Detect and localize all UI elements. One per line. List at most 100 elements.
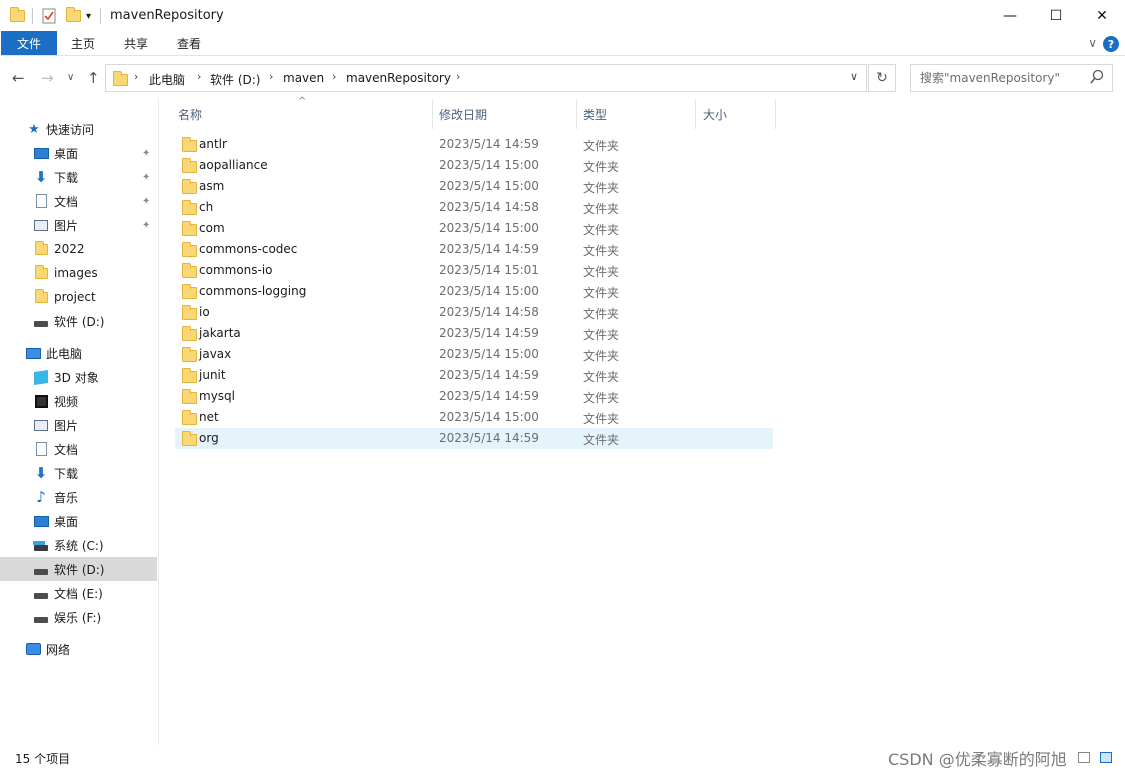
drive-icon	[33, 610, 49, 624]
ribbon-tabs: 文件 主页 共享 查看 ∨ ?	[0, 31, 1125, 56]
pin-icon[interactable]: ✦	[142, 172, 150, 183]
table-row[interactable]: net 2023/5/14 15:00 文件夹	[175, 407, 773, 428]
download-icon: ⬇	[34, 464, 48, 482]
nav-drive-e[interactable]: 文档 (E:)	[0, 581, 157, 605]
close-button[interactable]: ✕	[1079, 0, 1125, 31]
file-type: 文件夹	[583, 412, 620, 426]
nav-music[interactable]: ♪ 音乐	[0, 485, 157, 509]
table-row[interactable]: jakarta 2023/5/14 14:59 文件夹	[175, 323, 773, 344]
column-header-size[interactable]: 大小	[703, 99, 727, 129]
breadcrumb-separator[interactable]: ›	[269, 70, 273, 83]
nav-pc-desktop[interactable]: 桌面	[0, 509, 157, 533]
breadcrumb-separator[interactable]: ›	[456, 70, 460, 83]
breadcrumb-this-pc[interactable]: 此电脑	[149, 71, 185, 88]
column-header-date[interactable]: 修改日期	[439, 99, 487, 129]
nav-downloads[interactable]: ⬇ 下载 ✦	[0, 165, 157, 189]
back-button[interactable]: ←	[12, 69, 25, 87]
search-input[interactable]	[911, 65, 1086, 91]
breadcrumb-mavenrepository[interactable]: mavenRepository	[346, 71, 451, 85]
tab-file[interactable]: 文件	[1, 31, 57, 55]
table-row[interactable]: ch 2023/5/14 14:58 文件夹	[175, 197, 773, 218]
table-row[interactable]: aopalliance 2023/5/14 15:00 文件夹	[175, 155, 773, 176]
customize-toolbar-button[interactable]: ▾	[86, 6, 91, 26]
breadcrumb-maven[interactable]: maven	[283, 71, 324, 85]
properties-icon[interactable]	[42, 6, 56, 26]
file-list: ^ 名称 修改日期 类型 大小 antlr 2023/5/14 14:59 文件夹 …	[160, 96, 1125, 745]
file-date: 2023/5/14 15:00	[439, 221, 539, 235]
sort-ascending-icon: ^	[298, 96, 307, 107]
recent-locations-button[interactable]: ∨	[67, 72, 74, 83]
address-history-dropdown[interactable]: ∨	[850, 70, 858, 83]
table-row[interactable]: mysql 2023/5/14 14:59 文件夹	[175, 386, 773, 407]
refresh-button[interactable]: ↻	[868, 64, 896, 92]
file-name: javax	[199, 347, 232, 361]
breadcrumb-separator[interactable]: ›	[197, 70, 201, 83]
new-folder-icon[interactable]	[66, 6, 81, 26]
file-date: 2023/5/14 15:00	[439, 158, 539, 172]
nav-quick-drive-d[interactable]: 软件 (D:)	[0, 309, 157, 333]
nav-quick-access[interactable]: ★ 快速访问	[0, 117, 157, 141]
breadcrumb-separator[interactable]: ›	[332, 70, 336, 83]
nav-label: 系统 (C:)	[54, 538, 104, 553]
column-header-name[interactable]: 名称	[178, 99, 202, 129]
nav-drive-d[interactable]: 软件 (D:)	[0, 557, 157, 581]
column-header-type[interactable]: 类型	[583, 99, 607, 129]
table-row[interactable]: javax 2023/5/14 15:00 文件夹	[175, 344, 773, 365]
tab-share[interactable]: 共享	[111, 31, 161, 55]
maximize-icon: ☐	[1049, 7, 1063, 24]
pin-icon[interactable]: ✦	[142, 220, 150, 231]
nav-network[interactable]: 网络	[0, 637, 157, 661]
nav-drive-f[interactable]: 娱乐 (F:)	[0, 605, 157, 629]
nav-pictures[interactable]: 图片 ✦	[0, 213, 157, 237]
nav-folder-images[interactable]: images	[0, 261, 157, 285]
table-row[interactable]: commons-io 2023/5/14 15:01 文件夹	[175, 260, 773, 281]
large-icons-view-icon[interactable]	[1100, 752, 1112, 763]
table-row[interactable]: org 2023/5/14 14:59 文件夹	[175, 428, 773, 449]
column-divider[interactable]	[576, 99, 577, 129]
tab-home[interactable]: 主页	[58, 31, 108, 55]
table-row[interactable]: asm 2023/5/14 15:00 文件夹	[175, 176, 773, 197]
maximize-button[interactable]: ☐	[1033, 0, 1079, 31]
breadcrumb-drive-d[interactable]: 软件 (D:)	[210, 71, 260, 88]
table-row[interactable]: io 2023/5/14 14:58 文件夹	[175, 302, 773, 323]
folder-icon	[182, 347, 197, 362]
system-drive-icon	[33, 538, 49, 552]
nav-pc-downloads[interactable]: ⬇ 下载	[0, 461, 157, 485]
table-row[interactable]: commons-codec 2023/5/14 14:59 文件夹	[175, 239, 773, 260]
expand-ribbon-icon[interactable]: ∨	[1088, 36, 1097, 50]
search-icon[interactable]	[1090, 69, 1104, 85]
nav-pc-pictures[interactable]: 图片	[0, 413, 157, 437]
nav-folder-project[interactable]: project	[0, 285, 157, 309]
nav-drive-c[interactable]: 系统 (C:)	[0, 533, 157, 557]
table-row[interactable]: antlr 2023/5/14 14:59 文件夹	[175, 134, 773, 155]
column-divider[interactable]	[695, 99, 696, 129]
details-view-icon[interactable]	[1078, 752, 1090, 763]
nav-3d-objects[interactable]: 3D 对象	[0, 365, 157, 389]
address-bar[interactable]: › 此电脑 › 软件 (D:) › maven › mavenRepositor…	[105, 64, 867, 92]
minimize-button[interactable]: —	[987, 0, 1033, 31]
up-button[interactable]: ↑	[87, 69, 100, 87]
table-row[interactable]: commons-logging 2023/5/14 15:00 文件夹	[175, 281, 773, 302]
help-icon[interactable]: ?	[1103, 36, 1119, 52]
tab-view[interactable]: 查看	[164, 31, 214, 55]
nav-documents[interactable]: 文档 ✦	[0, 189, 157, 213]
table-row[interactable]: junit 2023/5/14 14:59 文件夹	[175, 365, 773, 386]
nav-desktop[interactable]: 桌面 ✦	[0, 141, 157, 165]
breadcrumb-separator[interactable]: ›	[134, 70, 138, 83]
table-row[interactable]: com 2023/5/14 15:00 文件夹	[175, 218, 773, 239]
pin-icon[interactable]: ✦	[142, 148, 150, 159]
pin-icon[interactable]: ✦	[142, 196, 150, 207]
search-box[interactable]	[910, 64, 1113, 92]
column-divider[interactable]	[432, 99, 433, 129]
nav-pc-documents[interactable]: 文档	[0, 437, 157, 461]
nav-label: 文档 (E:)	[54, 586, 103, 601]
file-type: 文件夹	[583, 160, 620, 174]
nav-folder-2022[interactable]: 2022	[0, 237, 157, 261]
nav-this-pc[interactable]: 此电脑	[0, 341, 157, 365]
nav-videos[interactable]: 视频	[0, 389, 157, 413]
drive-icon	[33, 314, 49, 328]
file-type: 文件夹	[583, 265, 620, 279]
column-divider[interactable]	[775, 99, 776, 129]
file-name: mysql	[199, 389, 235, 403]
forward-button[interactable]: →	[41, 69, 54, 87]
